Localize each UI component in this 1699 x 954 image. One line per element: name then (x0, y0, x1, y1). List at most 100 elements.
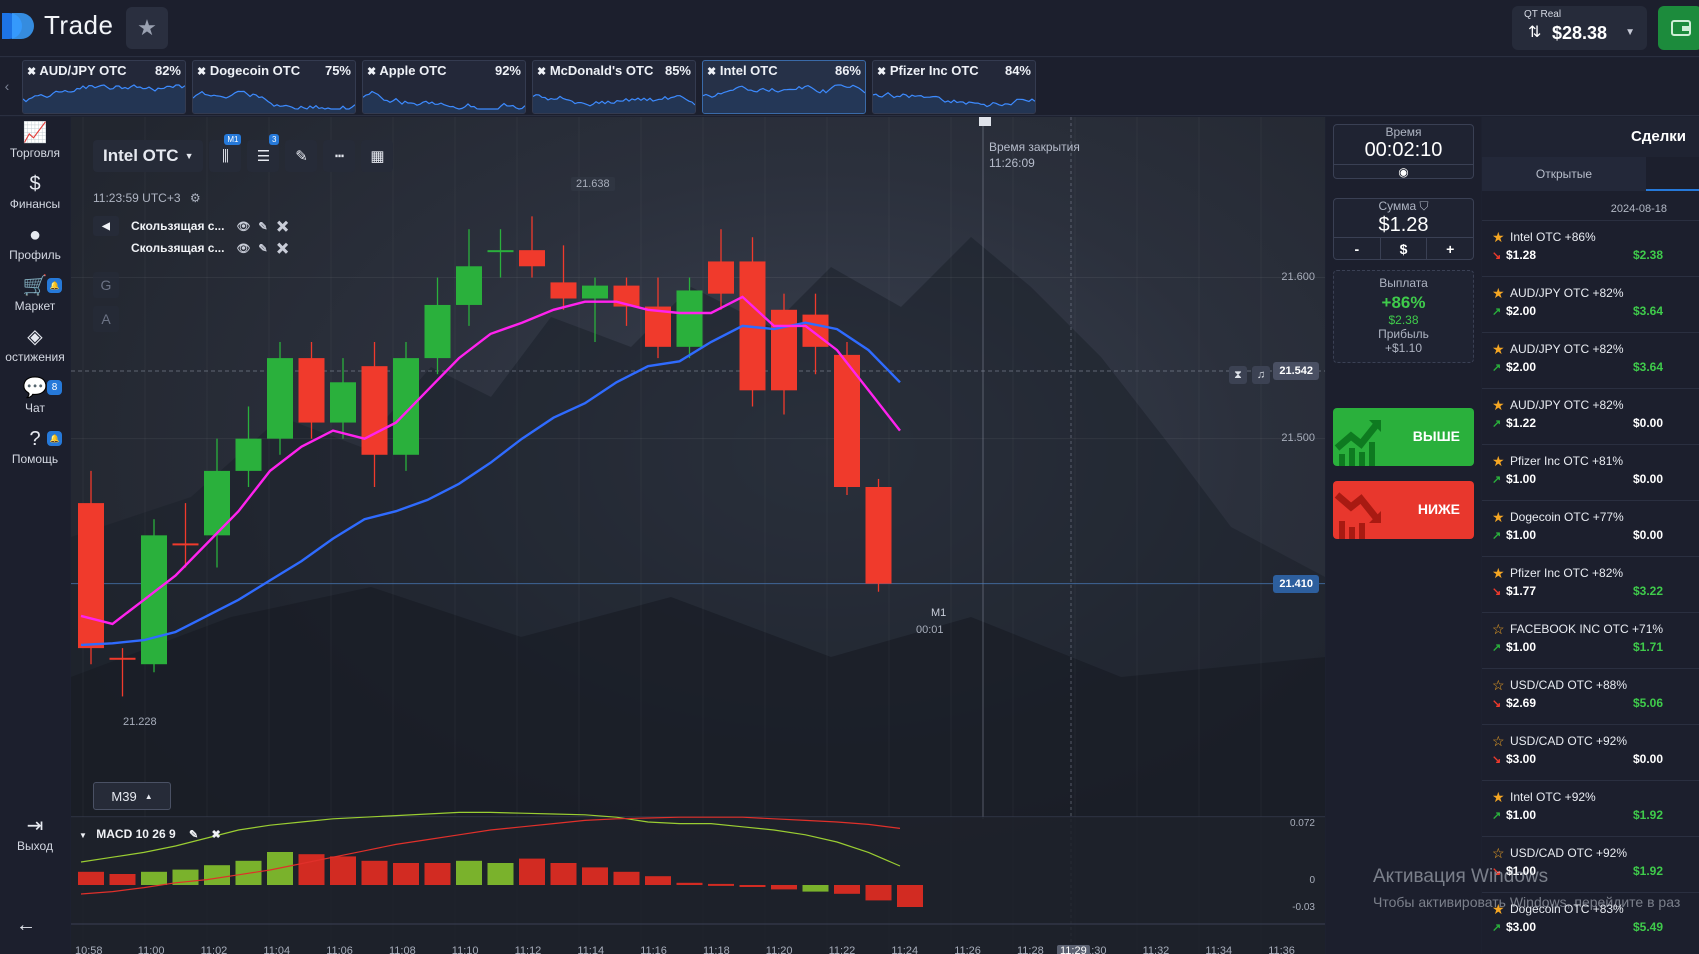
profit-caption: Прибыль (1378, 327, 1429, 341)
asset-tab-name: McDonald's OTC (549, 63, 654, 78)
deal-item[interactable]: ☆ USD/CAD OTC +88% ↘ $2.69 $5.06 (1482, 668, 1699, 720)
close-icon[interactable]: ✖ (212, 829, 221, 841)
asset-tab[interactable]: ✖ Pfizer Inc OTC 84% (872, 60, 1036, 114)
indicator-actions[interactable]: 👁✎✖ (236, 242, 297, 255)
macd-histogram-bar (802, 885, 829, 892)
trading-app: Trade ★ QT Real ⇅ $28.38 ▼ ‹ ✖ AUD/JPY O… (0, 0, 1699, 954)
deal-item[interactable]: ☆ FACEBOOK INC OTC +71% ↗ $1.00 $1.71 (1482, 612, 1699, 664)
asset-tab[interactable]: ✖ McDonald's OTC 85% (532, 60, 696, 114)
star-icon[interactable]: ★ (1492, 341, 1505, 358)
expiry-time-box[interactable]: Время 00:02:10 ◉ (1333, 124, 1474, 179)
asset-tab-sparkline (193, 90, 355, 113)
asset-tab[interactable]: ✖ Apple OTC 92% (362, 60, 526, 114)
deal-item[interactable]: ★ Pfizer Inc OTC +81% ↗ $1.00 $0.00 (1482, 444, 1699, 496)
tab-open-deals[interactable]: Открытые (1482, 157, 1646, 191)
asset-tab[interactable]: ✖ AUD/JPY OTC 82% (22, 60, 186, 114)
macd-histogram-bar (645, 876, 671, 885)
star-icon[interactable]: ★ (1492, 789, 1505, 806)
drawing-button[interactable]: ✎ (285, 140, 318, 172)
sidebar-item[interactable]: $ Финансы (0, 168, 70, 218)
deal-item[interactable]: ★ AUD/JPY OTC +82% ↗ $2.00 $3.64 (1482, 332, 1699, 384)
sidebar-item[interactable]: ? Помощь 🔔 (0, 423, 70, 473)
buy-down-button[interactable]: НИЖЕ (1333, 481, 1474, 539)
star-icon[interactable]: ☆ (1492, 677, 1505, 694)
timeframe-button[interactable]: M39 ▲ (93, 782, 171, 810)
time-axis-label: 11:16 (640, 945, 667, 954)
star-icon[interactable]: ☆ (1492, 621, 1505, 638)
tool-a-button[interactable]: A (93, 306, 119, 332)
deal-item[interactable]: ★ Pfizer Inc OTC +82% ↘ $1.77 $3.22 (1482, 556, 1699, 608)
deal-item[interactable]: ★ Intel OTC +92% ↗ $1.00 $1.92 (1482, 780, 1699, 832)
sidebar-item[interactable]: 📈 Торговля (0, 117, 70, 167)
asset-selector[interactable]: Intel OTC ▼ (93, 140, 204, 172)
logo[interactable]: Trade (2, 10, 113, 41)
star-icon[interactable]: ★ (1492, 509, 1505, 526)
clock-icon[interactable]: ◉ (1334, 164, 1473, 179)
close-tab-icon[interactable]: ✖ (367, 66, 376, 78)
collapse-indicators-icon[interactable]: ◀ (93, 216, 119, 236)
indicators-button[interactable]: ☰ 3 (247, 134, 280, 172)
star-icon[interactable]: ☆ (1492, 733, 1505, 750)
currency-button[interactable]: $ (1381, 238, 1428, 259)
close-tab-icon[interactable]: ✖ (707, 66, 716, 78)
candles-icon: ⫼ (222, 147, 229, 165)
amount-value[interactable]: $1.28 (1334, 214, 1473, 237)
close-tab-icon[interactable]: ✖ (537, 66, 546, 78)
tab-closed-deals[interactable] (1646, 157, 1699, 191)
star-icon[interactable]: ★ (1492, 565, 1505, 582)
tool-g-button[interactable]: G (93, 272, 119, 298)
time-axis-label: 11:10 (451, 945, 479, 954)
time-value[interactable]: 00:02:10 (1334, 139, 1473, 162)
star-icon[interactable]: ★ (1492, 397, 1505, 414)
deal-result: $1.92 (1632, 864, 1663, 878)
close-tab-icon[interactable]: ✖ (197, 66, 206, 78)
gear-icon[interactable]: ⚙ (190, 191, 201, 205)
server-time-text: 11:23:59 UTC+3 (93, 191, 181, 205)
favorites-button[interactable]: ★ (126, 7, 168, 49)
amount-minus-button[interactable]: - (1334, 238, 1381, 259)
asset-tab[interactable]: ✖ Dogecoin OTC 75% (192, 60, 356, 114)
close-tab-icon[interactable]: ✖ (877, 66, 886, 78)
asset-tab-sparkline (533, 94, 695, 113)
buy-up-button[interactable]: ВЫШЕ (1333, 408, 1474, 466)
indicators-badge: 3 (269, 134, 280, 145)
deposit-button[interactable] (1658, 6, 1699, 50)
deal-item[interactable]: ★ AUD/JPY OTC +82% ↗ $1.22 $0.00 (1482, 388, 1699, 440)
candle-body (330, 382, 356, 423)
deal-item[interactable]: ☆ USD/CAD OTC +92% ↘ $3.00 $0.00 (1482, 724, 1699, 776)
timeframe-button-label: M39 (111, 788, 137, 804)
current-price-tag[interactable]: 21.410 (1273, 574, 1319, 593)
pencil-icon[interactable]: ✎ (189, 829, 198, 841)
balance-selector[interactable]: QT Real ⇅ $28.38 ▼ (1512, 6, 1647, 50)
price-level-tag[interactable]: 21.542 (1273, 362, 1319, 380)
indicator-actions[interactable]: 👁✎✖ (236, 220, 297, 233)
macd-histogram-bar (771, 885, 797, 890)
arrow-left-icon[interactable]: ← (16, 914, 36, 937)
hourglass-icon[interactable]: ⧗ (1229, 366, 1247, 384)
layout-button[interactable]: ▦ (361, 140, 394, 172)
amount-plus-button[interactable]: + (1427, 238, 1473, 259)
logout-button[interactable]: ⇥ Выход (0, 810, 70, 860)
close-tab-icon[interactable]: ✖ (27, 66, 36, 78)
asset-tabs: ‹ ✖ AUD/JPY OTC 82% ✖ Dogecoin OTC 75% ✖ A… (0, 58, 1699, 116)
star-icon[interactable]: ★ (1492, 229, 1505, 246)
asset-tab[interactable]: ✖ Intel OTC 86% (702, 60, 866, 114)
star-icon[interactable]: ☆ (1492, 845, 1505, 862)
deal-item[interactable]: ★ Intel OTC +86% ↘ $1.28 $2.38 (1482, 220, 1699, 272)
sidebar-item[interactable]: 🛒 Маркет 🔔 (0, 270, 70, 320)
server-time: 11:23:59 UTC+3 ⚙ (93, 191, 201, 205)
line-style-button[interactable]: ┅ (323, 140, 356, 172)
star-icon[interactable]: ★ (1492, 285, 1505, 302)
sidebar-item[interactable]: ◈ остижения (0, 321, 70, 371)
bell-icon[interactable]: ♫ (1252, 366, 1270, 384)
chart-type-button[interactable]: ⫼ M1 (209, 134, 242, 172)
star-icon[interactable]: ★ (1492, 453, 1505, 470)
sidebar-item[interactable]: 💬 Чат 8 (0, 372, 70, 422)
deal-item[interactable]: ★ Dogecoin OTC +77% ↗ $1.00 $0.00 (1482, 500, 1699, 552)
sidebar-item[interactable]: ● Профиль (0, 219, 70, 269)
deal-item[interactable]: ★ AUD/JPY OTC +82% ↗ $2.00 $3.64 (1482, 276, 1699, 328)
collapse-macd-icon[interactable]: ▼ (79, 831, 87, 840)
tabs-scroll-left-icon[interactable]: ‹ (0, 78, 14, 94)
chart-area[interactable]: Intel OTC ▼ ⫼ M1 ☰ 3 ✎ ┅ ▦ 11:23:59 UTC+… (71, 117, 1325, 954)
deal-result: $1.92 (1632, 808, 1663, 822)
